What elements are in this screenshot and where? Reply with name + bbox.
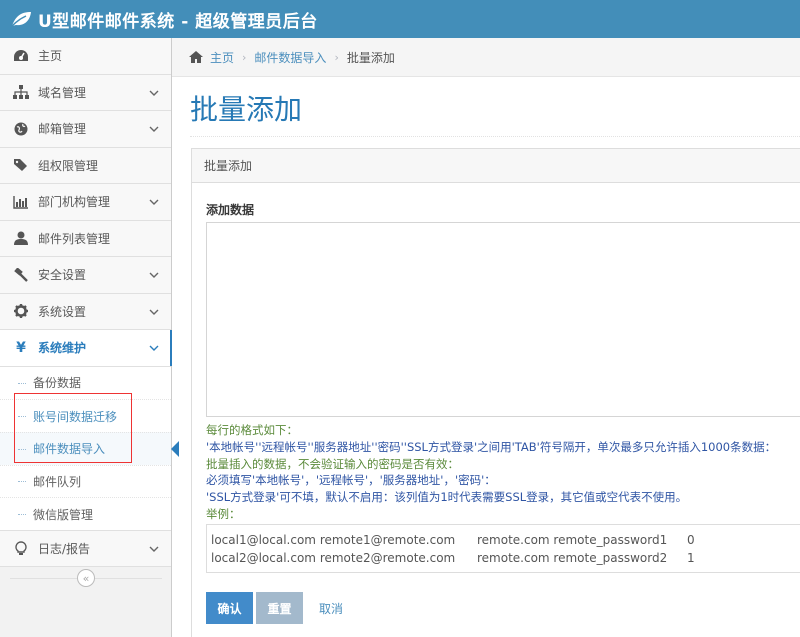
breadcrumb-separator: › (242, 50, 247, 64)
sidebar-item-label: 安全设置 (38, 268, 87, 283)
chevron-down-icon (149, 90, 159, 96)
hint-line: 举例： (206, 506, 241, 521)
submenu-item-mail-queue[interactable]: 邮件队列 (0, 464, 171, 498)
example-row: local1@local.com remote1@remote.com remo… (211, 531, 797, 549)
breadcrumb-home-link[interactable]: 主页 (210, 49, 234, 66)
cog-icon (12, 302, 30, 320)
add-data-textarea[interactable] (206, 222, 800, 417)
chevron-down-icon (149, 309, 159, 315)
example-row: local2@local.com remote2@remote.com remo… (211, 549, 797, 567)
sidebar-item-home[interactable]: 主页 (0, 38, 171, 75)
sidebar-item-label: 系统维护 (38, 341, 87, 356)
page-title: 批量添加 (190, 93, 303, 126)
sidebar-item-label: 部门机构管理 (38, 195, 111, 210)
lightbulb-icon (12, 540, 30, 558)
dashboard-icon (12, 47, 30, 65)
add-data-label: 添加数据 (206, 203, 255, 217)
breadcrumb-parent-link[interactable]: 邮件数据导入 (254, 49, 326, 66)
collapse-sidebar-button[interactable]: « (77, 569, 95, 587)
submenu-item-wechat[interactable]: 微信版管理 (0, 497, 171, 530)
sidebar-item-label: 域名管理 (38, 85, 87, 100)
example-server-password: remote.com remote_password1 (477, 533, 668, 547)
sidebar-item-system-maintenance[interactable]: ¥ 系统维护 (0, 330, 172, 367)
submenu-item-label: 邮件队列 (33, 474, 82, 489)
example-box: local1@local.com remote1@remote.com remo… (206, 524, 800, 573)
example-ssl: 0 (687, 533, 695, 547)
sidebar-item-label: 主页 (38, 49, 63, 64)
batch-add-widget: 批量添加 添加数据 每行的格式如下： '本地帐号''远程帐号''服务器地址''密… (191, 148, 800, 637)
submenu-item-label: 微信版管理 (33, 507, 94, 522)
sidebar-item-logs-reports[interactable]: 日志/报告 (0, 530, 171, 568)
hint-line: 批量插入的数据，不会验证输入的密码是否有效： (206, 456, 459, 471)
sitemap-icon (12, 83, 30, 101)
leaf-icon (10, 11, 32, 27)
sidebar: 主页 域名管理 邮箱管理 组权限管理 部门机构管理 邮件列表管理 安全设置 系统… (0, 38, 179, 637)
sidebar-item-system-settings[interactable]: 系统设置 (0, 293, 171, 330)
submenu-item-label: 邮件数据导入 (33, 442, 106, 457)
breadcrumb-separator: › (334, 50, 339, 64)
reset-button[interactable]: 重置 (256, 592, 303, 624)
sidebar-item-group-permissions[interactable]: 组权限管理 (0, 147, 171, 184)
example-accounts: local2@local.com remote2@remote.com (211, 551, 456, 565)
chevron-down-icon (149, 126, 159, 132)
gavel-icon (12, 266, 30, 284)
chevron-down-icon (149, 546, 159, 552)
chevron-down-icon (149, 345, 159, 351)
title-divider (190, 136, 800, 137)
submenu-item-label: 备份数据 (33, 376, 82, 391)
hint-line: 必须填写'本地帐号'，'远程帐号'，'服务器地址'，'密码'： (206, 473, 496, 488)
cancel-button[interactable]: 取消 (318, 592, 344, 624)
hint-line: '本地帐号''远程帐号''服务器地址''密码''SSL方式登录'之间用'TAB'… (206, 439, 777, 454)
sidebar-item-security[interactable]: 安全设置 (0, 257, 171, 294)
sidebar-item-domains[interactable]: 域名管理 (0, 74, 171, 111)
tags-icon (12, 156, 30, 174)
hint-line: 每行的格式如下： (206, 423, 298, 437)
sidebar-item-label: 组权限管理 (38, 158, 99, 173)
example-server-password: remote.com remote_password2 (477, 551, 668, 565)
example-ssl: 1 (687, 551, 695, 565)
hint-line: 'SSL方式登录'可不填，默认不启用：该列值为1时代表需要SSL登录，其它值或空… (206, 490, 688, 505)
sidebar-item-label: 邮箱管理 (38, 122, 87, 137)
sidebar-item-label: 邮件列表管理 (38, 231, 111, 246)
submenu-item-label: 账号间数据迁移 (33, 409, 118, 424)
breadcrumb-current: 批量添加 (346, 50, 395, 65)
yen-icon: ¥ (16, 339, 26, 356)
sidebar-item-departments[interactable]: 部门机构管理 (0, 184, 171, 221)
confirm-button[interactable]: 确认 (206, 592, 253, 624)
chevron-down-icon (149, 272, 159, 278)
submenu-item-mail-import[interactable]: 邮件数据导入 (0, 431, 179, 465)
bar-chart-icon (12, 193, 30, 211)
globe-icon (12, 120, 30, 138)
sidebar-item-label: 系统设置 (38, 304, 87, 319)
sidebar-item-label: 日志/报告 (38, 542, 91, 557)
sidebar-item-mail-lists[interactable]: 邮件列表管理 (0, 220, 171, 257)
top-navbar: U型邮件邮件系统 - 超级管理员后台 (0, 0, 800, 38)
breadcrumb: 主页 › 邮件数据导入 › 批量添加 (172, 38, 800, 77)
sidebar-collapse-bar: « (0, 566, 172, 590)
sidebar-item-mailboxes[interactable]: 邮箱管理 (0, 111, 171, 148)
widget-header: 批量添加 (192, 149, 800, 183)
submenu-item-account-migration[interactable]: 账号间数据迁移 (0, 399, 171, 432)
app-title[interactable]: U型邮件邮件系统 - 超级管理员后台 (38, 7, 318, 32)
format-hints: 每行的格式如下： '本地帐号''远程帐号''服务器地址''密码''SSL方式登录… (206, 422, 776, 523)
user-icon (12, 229, 30, 247)
home-icon (188, 50, 204, 64)
chevron-down-icon (149, 199, 159, 205)
example-accounts: local1@local.com remote1@remote.com (211, 533, 456, 547)
submenu-system-maintenance: 备份数据 账号间数据迁移 邮件数据导入 邮件队列 微信版管理 (0, 366, 179, 531)
submenu-item-backup[interactable]: 备份数据 (0, 367, 171, 400)
